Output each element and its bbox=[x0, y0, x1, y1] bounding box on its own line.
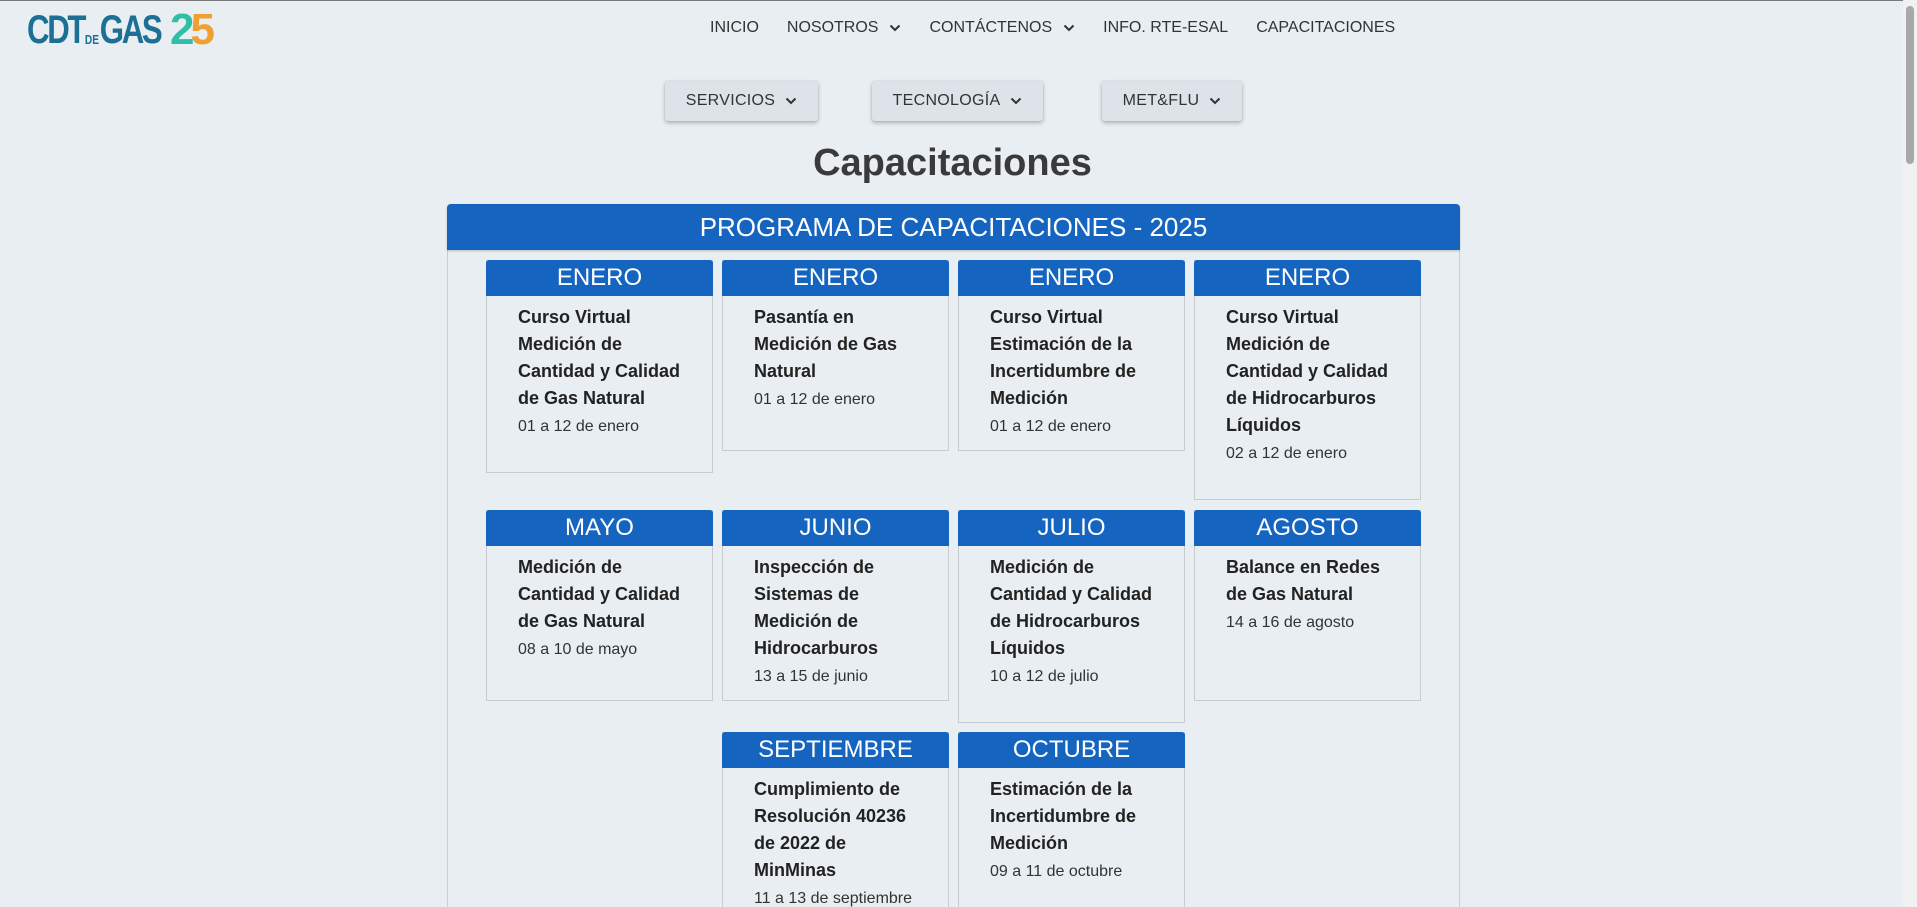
chevron-down-icon bbox=[786, 97, 797, 105]
course-dates: 10 a 12 de julio bbox=[990, 668, 1099, 685]
chevron-down-icon bbox=[1063, 24, 1075, 32]
course-title[interactable]: Balance en Redes de Gas Natural bbox=[1226, 554, 1400, 608]
dropdown-label: TECNOLOGÍA bbox=[892, 92, 1001, 109]
logo-text-gas: GAS bbox=[99, 8, 163, 52]
dropdown-label: SERVICIOS bbox=[685, 92, 776, 109]
scrollbar-thumb[interactable] bbox=[1906, 6, 1914, 164]
course-month: ENERO bbox=[958, 260, 1185, 296]
course-month: MAYO bbox=[486, 510, 713, 546]
course-month: JULIO bbox=[958, 510, 1185, 546]
servicios-dropdown[interactable]: SERVICIOS bbox=[665, 81, 818, 121]
course-month: ENERO bbox=[722, 260, 949, 296]
course-title[interactable]: Medición de Cantidad y Calidad de Gas Na… bbox=[518, 554, 692, 635]
course-dates: 01 a 12 de enero bbox=[990, 418, 1111, 435]
course-card[interactable]: OCTUBRE Estimación de la Incertidumbre d… bbox=[958, 732, 1185, 907]
vertical-scrollbar[interactable] bbox=[1903, 0, 1917, 907]
course-title[interactable]: Inspección de Sistemas de Medición de Hi… bbox=[754, 554, 928, 662]
course-card[interactable]: MAYO Medición de Cantidad y Calidad de G… bbox=[486, 510, 713, 701]
course-month: ENERO bbox=[486, 260, 713, 296]
nav-item-label: CONTÁCTENOS bbox=[929, 19, 1053, 36]
course-card[interactable]: ENERO Pasantía en Medición de Gas Natura… bbox=[722, 260, 949, 451]
chevron-down-icon bbox=[1210, 97, 1221, 105]
tecnologia-dropdown[interactable]: TECNOLOGÍA bbox=[872, 81, 1043, 121]
nav-item-label: NOSOTROS bbox=[786, 19, 879, 36]
course-month: ENERO bbox=[1194, 260, 1421, 296]
dropdown-label: MET&FLU bbox=[1122, 92, 1200, 109]
logo-text-cdt: CDT bbox=[27, 8, 86, 52]
course-title[interactable]: Curso Virtual Estimación de la Incertidu… bbox=[990, 304, 1164, 412]
course-dates: 14 a 16 de agosto bbox=[1226, 614, 1355, 631]
course-title[interactable]: Curso Virtual Medición de Cantidad y Cal… bbox=[518, 304, 692, 412]
logo-anniversary-number: 25 bbox=[169, 5, 215, 54]
course-card[interactable]: ENERO Curso Virtual Medición de Cantidad… bbox=[486, 260, 713, 473]
course-title[interactable]: Medición de Cantidad y Calidad de Hidroc… bbox=[990, 554, 1164, 662]
course-month: JUNIO bbox=[722, 510, 949, 546]
chevron-down-icon bbox=[890, 24, 901, 32]
course-title[interactable]: Pasantía en Medición de Gas Natural bbox=[754, 304, 928, 385]
course-dates: 01 a 12 de enero bbox=[518, 418, 639, 435]
logo-wordmark: CDT DE GAS bbox=[27, 8, 163, 52]
course-card[interactable]: JULIO Medición de Cantidad y Calidad de … bbox=[958, 510, 1185, 723]
course-card[interactable]: ENERO Curso Virtual Medición de Cantidad… bbox=[1194, 260, 1421, 500]
course-dates: 01 a 12 de enero bbox=[754, 391, 875, 408]
course-dates: 08 a 10 de mayo bbox=[518, 641, 638, 658]
page-title: Capacitaciones bbox=[813, 142, 1092, 184]
page: CDT DE GAS 25 INICIO NOSOTROS CONTÁCTENO… bbox=[0, 0, 1917, 907]
chevron-down-icon bbox=[1011, 97, 1022, 105]
course-dates: 09 a 11 de octubre bbox=[990, 863, 1123, 880]
logo-num-b: 5 bbox=[190, 5, 215, 54]
course-card[interactable]: ENERO Curso Virtual Estimación de la Inc… bbox=[958, 260, 1185, 451]
main-nav: INICIO NOSOTROS CONTÁCTENOS INFO. RTE-ES… bbox=[710, 19, 1423, 37]
course-dates: 11 a 13 de septiembre bbox=[754, 890, 913, 907]
logo[interactable]: CDT DE GAS 25 bbox=[25, 5, 215, 55]
program-title: PROGRAMA DE CAPACITACIONES - 2025 bbox=[447, 204, 1460, 250]
course-dates: 02 a 12 de enero bbox=[1226, 445, 1347, 462]
nav-item-capacitaciones[interactable]: CAPACITACIONES bbox=[1256, 19, 1395, 37]
nav-item-label: INFO. RTE-ESAL bbox=[1103, 19, 1229, 36]
nav-item-label: INICIO bbox=[710, 19, 759, 36]
course-card[interactable]: AGOSTO Balance en Redes de Gas Natural 1… bbox=[1194, 510, 1421, 701]
top-border bbox=[0, 0, 1917, 1]
nav-item-nosotros[interactable]: NOSOTROS bbox=[787, 19, 902, 37]
course-card[interactable]: JUNIO Inspección de Sistemas de Medición… bbox=[722, 510, 949, 701]
nav-item-inicio[interactable]: INICIO bbox=[710, 19, 759, 37]
metflu-dropdown[interactable]: MET&FLU bbox=[1102, 81, 1242, 121]
course-title[interactable]: Curso Virtual Medición de Cantidad y Cal… bbox=[1226, 304, 1400, 439]
nav-item-contactenos[interactable]: CONTÁCTENOS bbox=[929, 19, 1075, 37]
course-month: SEPTIEMBRE bbox=[722, 732, 949, 768]
course-month: AGOSTO bbox=[1194, 510, 1421, 546]
course-title[interactable]: Estimación de la Incertidumbre de Medici… bbox=[990, 776, 1164, 857]
nav-item-label: CAPACITACIONES bbox=[1256, 19, 1396, 36]
nav-item-info-rte-esal[interactable]: INFO. RTE-ESAL bbox=[1103, 19, 1228, 37]
dropdown-row: SERVICIOS TECNOLOGÍA MET&FLU bbox=[0, 81, 1917, 121]
logo-text-de: DE bbox=[84, 32, 99, 47]
course-card[interactable]: SEPTIEMBRE Cumplimiento de Resolución 40… bbox=[722, 732, 949, 907]
logo-num-a: 2 bbox=[169, 5, 195, 54]
course-title[interactable]: Cumplimiento de Resolución 40236 de 2022… bbox=[754, 776, 928, 884]
course-month: OCTUBRE bbox=[958, 732, 1185, 768]
course-dates: 13 a 15 de junio bbox=[754, 668, 868, 685]
